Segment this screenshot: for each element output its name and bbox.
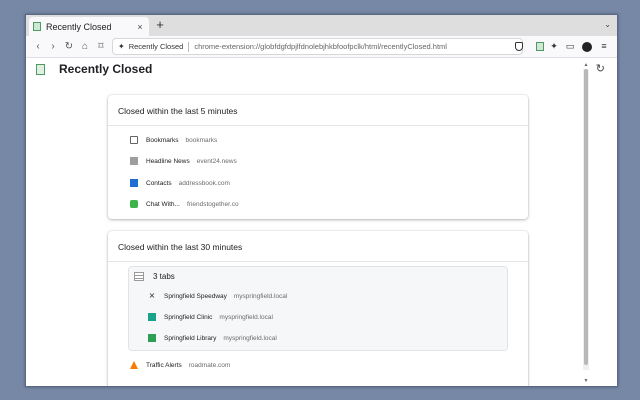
page-scrollbar[interactable] (583, 69, 589, 370)
item-domain: myspringfield.local (219, 313, 273, 321)
bookmarks-icon (130, 136, 138, 144)
tab-title: Recently Closed (46, 21, 112, 32)
list-item[interactable]: Springfield Clinic myspringfield.local (148, 310, 273, 324)
tab-group-label: 3 tabs (153, 272, 175, 281)
clinic-icon (148, 313, 156, 321)
recently-closed-extension-icon[interactable] (536, 42, 544, 51)
chat-icon (130, 200, 138, 208)
list-item[interactable]: Contacts addressbook.com (130, 176, 230, 190)
reload-button[interactable]: ↻ (62, 39, 76, 54)
menu-icon[interactable]: ≡ (598, 40, 610, 53)
recently-closed-favicon-icon (33, 22, 41, 31)
window-group-icon (134, 272, 144, 281)
extension-puzzle-icon: ✦ (118, 42, 125, 51)
item-domain: myspringfield.local (233, 292, 288, 300)
browser-window: Recently Closed × + ⌄ ‹ › ↻ ⌂ ⌑ ✦ Recent… (25, 14, 618, 387)
section-last-30-minutes: Closed within the last 30 minutes 3 tabs… (108, 231, 528, 386)
item-title: Traffic Alerts (146, 361, 182, 369)
section-heading: Closed within the last 5 minutes (108, 95, 528, 126)
tab-recently-closed[interactable]: Recently Closed × (29, 17, 149, 36)
list-item[interactable]: Bookmarks bookmarks (130, 133, 217, 147)
tab-strip: Recently Closed × + ⌄ (26, 15, 617, 36)
urlbar-divider (188, 41, 190, 52)
refresh-icon[interactable]: ↻ (596, 62, 605, 75)
item-domain: roadmate.com (188, 361, 231, 369)
item-title: Springfield Speedway (164, 292, 227, 300)
tab-group[interactable]: 3 tabs ⨯ Springfield Speedway myspringfi… (128, 266, 508, 351)
item-title: Bookmarks (146, 136, 179, 144)
shield-icon[interactable] (515, 42, 523, 51)
item-title: Springfield Clinic (164, 313, 213, 321)
item-title: Contacts (146, 179, 172, 187)
item-domain: event24.news (196, 157, 237, 165)
scroll-up-arrow-icon[interactable]: ▲ (583, 62, 589, 68)
tab-close-icon[interactable]: × (135, 22, 145, 32)
item-domain: addressbook.com (178, 179, 230, 187)
item-domain: friendstogether.co (186, 200, 239, 208)
page-content: Recently Closed ↻ Closed within the last… (26, 58, 608, 386)
navigation-toolbar: ‹ › ↻ ⌂ ⌑ ✦ Recently Closed chrome-exten… (26, 36, 617, 58)
avatar-icon[interactable] (582, 42, 592, 52)
item-title: Chat With... (146, 200, 180, 208)
contacts-icon (130, 179, 138, 187)
url-text[interactable]: chrome-extension://globfdgfdpjlfdnolebjh… (194, 42, 447, 51)
forward-button[interactable]: › (46, 39, 60, 54)
bookmark-icon[interactable]: ⌑ (94, 39, 108, 54)
extension-name: Recently Closed (128, 42, 184, 51)
sidebar-icon[interactable]: ▭ (564, 40, 576, 53)
list-all-tabs-button[interactable]: ⌄ (604, 20, 611, 29)
home-button[interactable]: ⌂ (78, 39, 92, 54)
item-title: Springfield Library (164, 334, 217, 342)
list-item[interactable]: Traffic Alerts roadmate.com (130, 358, 230, 372)
recently-closed-logo-icon (36, 64, 45, 75)
list-item[interactable]: ⨯ Springfield Speedway myspringfield.loc… (148, 289, 288, 303)
list-item[interactable]: Chat With... friendstogether.co (130, 197, 239, 211)
library-icon (148, 334, 156, 342)
item-domain: myspringfield.local (223, 334, 277, 342)
page-title: Recently Closed (59, 62, 153, 76)
item-domain: bookmarks (185, 136, 218, 144)
back-button[interactable]: ‹ (31, 39, 45, 54)
tab-group-header[interactable]: 3 tabs (134, 272, 175, 281)
section-heading: Closed within the last 30 minutes (108, 231, 528, 262)
new-tab-button[interactable]: + (153, 18, 167, 33)
list-item[interactable]: Headline News event24.news (130, 154, 237, 168)
puzzle-icon[interactable]: ✦ (548, 40, 560, 53)
page-header: Recently Closed ↻ (26, 58, 608, 84)
scrollbar-thumb[interactable] (584, 69, 588, 365)
address-bar[interactable]: ✦ Recently Closed chrome-extension://glo… (112, 38, 523, 55)
news-icon (130, 157, 138, 165)
section-last-5-minutes: Closed within the last 5 minutes Bookmar… (108, 95, 528, 219)
scroll-down-arrow-icon[interactable]: ▼ (583, 378, 589, 384)
item-title: Headline News (146, 157, 190, 165)
traffic-cone-icon (130, 361, 138, 369)
speedway-icon: ⨯ (148, 291, 156, 300)
list-item[interactable]: Springfield Library myspringfield.local (148, 331, 277, 345)
